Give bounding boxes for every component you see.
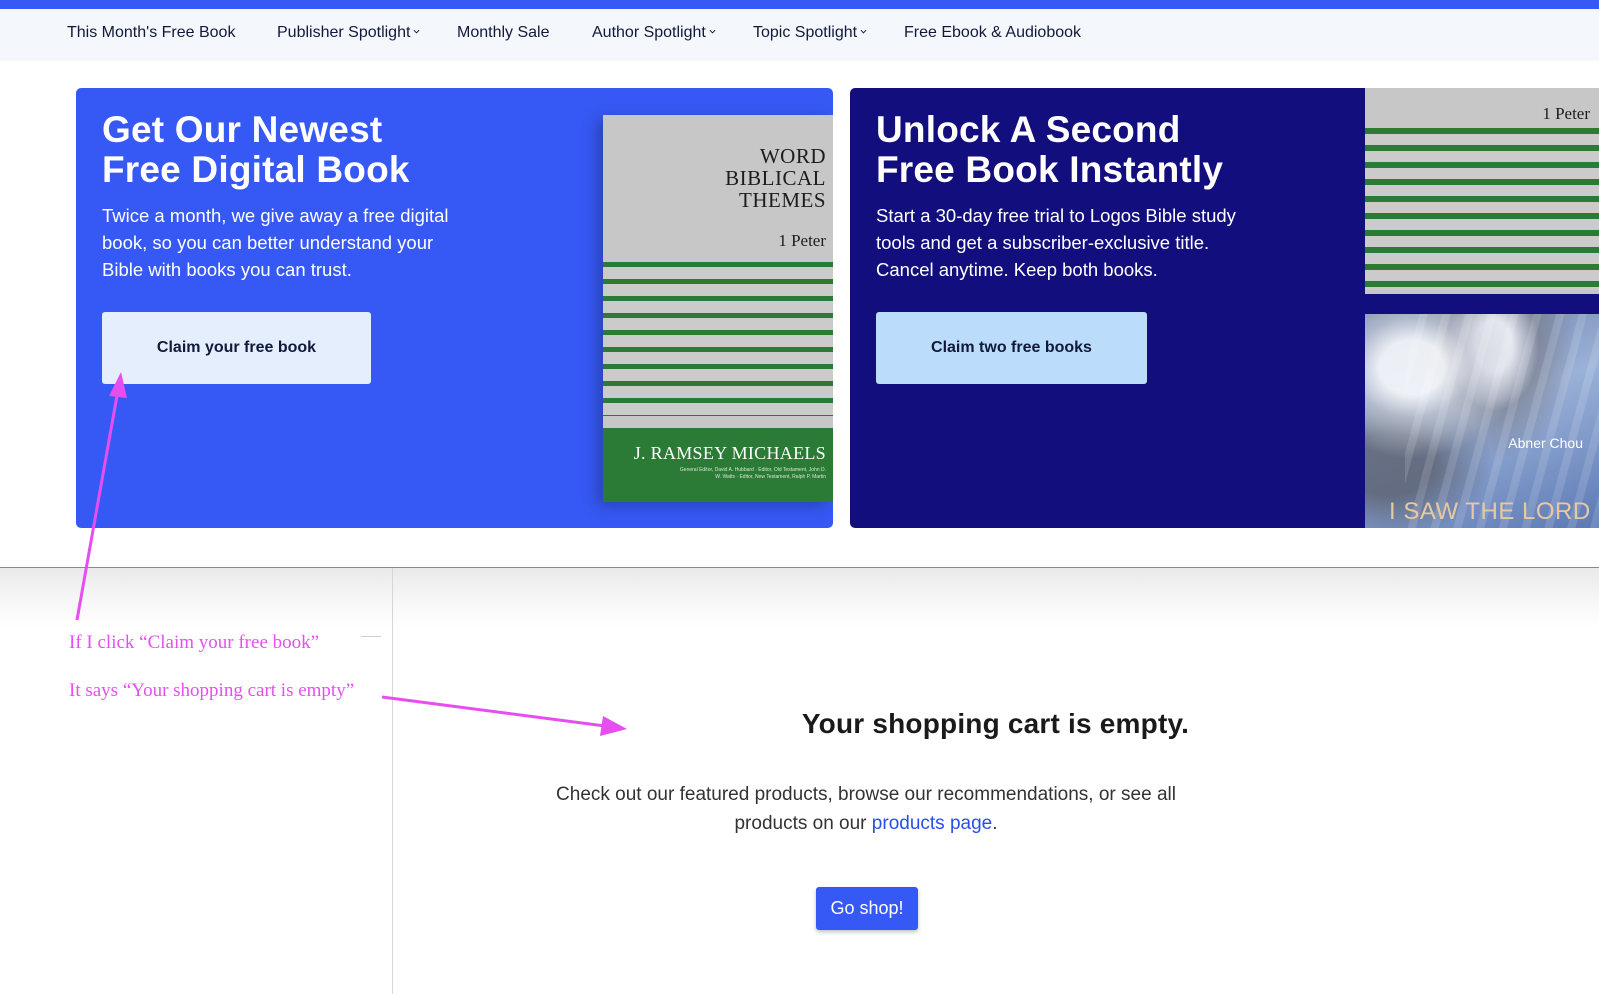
book-cover-title: WORD BIBLICAL THEMES — [725, 144, 826, 212]
book-cover-subtitle: 1 Peter — [778, 231, 826, 250]
trial-description: Start a 30-day free trial to Logos Bible… — [876, 205, 1236, 280]
chevron-down-icon — [413, 29, 420, 34]
nav-item-topic-spotlight[interactable]: Topic Spotlight — [753, 24, 867, 42]
book-cover-fine-print: General Editor, David A. Hubbard · Edito… — [679, 467, 826, 480]
book-cover-i-saw-the-lord: Abner Chou I SAW THE LORD — [1365, 314, 1599, 528]
book-cover-stripes — [603, 262, 833, 416]
trial-card: Unlock A Second Free Book Instantly Start… — [850, 88, 1599, 528]
book-cover-author-band: J. RAMSEY MICHAELS General Editor, David… — [603, 428, 833, 502]
nav-item-label: Free Ebook & Audiobook — [904, 24, 1082, 41]
empty-cart-message: Check out our featured products, browse … — [521, 780, 1211, 838]
free-book-description: Twice a month, we give away a free digit… — [102, 205, 449, 280]
nav-item-label: This Month's Free Book — [67, 24, 236, 41]
top-accent-bar — [0, 0, 1599, 9]
trial-heading: Unlock A Second Free Book Instantly — [876, 109, 1224, 190]
book-cover-subtitle: 1 Peter — [1542, 104, 1590, 123]
divider-tick — [361, 636, 381, 637]
nav-item-label: Topic Spotlight — [753, 24, 858, 41]
claim-free-book-button[interactable]: Claim your free book — [102, 312, 371, 384]
top-nav: This Month's Free Book Publisher Spotlig… — [0, 9, 1599, 62]
book-cover-word-biblical-themes: WORD BIBLICAL THEMES 1 Peter J. RAMSEY MIC… — [603, 115, 833, 502]
nav-item-label: Monthly Sale — [457, 24, 550, 41]
nav-item-publisher-spotlight[interactable]: Publisher Spotlight — [277, 24, 420, 42]
nav-item-label: Author Spotlight — [592, 24, 706, 41]
nav-item-author-spotlight[interactable]: Author Spotlight — [592, 24, 716, 42]
message-period: . — [992, 813, 998, 834]
book-cover-author: J. RAMSEY MICHAELS — [633, 443, 826, 463]
empty-cart-heading: Your shopping cart is empty. — [801, 708, 1190, 739]
chevron-down-icon — [860, 29, 867, 34]
free-book-heading: Get Our Newest Free Digital Book — [102, 109, 410, 190]
free-book-card: Get Our Newest Free Digital Book Twice a … — [76, 88, 833, 528]
book-cover-title: I SAW THE LORD — [1389, 498, 1591, 525]
products-page-link[interactable]: products page — [872, 813, 992, 834]
book-cover-stripes — [1365, 128, 1599, 290]
annotation-note-1: If I click “Claim your free book” — [69, 632, 320, 653]
book-cover-1-peter: 1 Peter — [1365, 88, 1599, 294]
book-cover-author: Abner Chou — [1508, 435, 1583, 451]
cover-light-rays — [1405, 314, 1599, 528]
nav-item-free-ebook-audiobook[interactable]: Free Ebook & Audiobook — [904, 24, 1081, 42]
nav-item-free-book[interactable]: This Month's Free Book — [67, 24, 235, 42]
message-text: Check out our featured products, browse … — [556, 784, 1176, 834]
chevron-down-icon — [709, 29, 716, 34]
claim-two-books-button[interactable]: Claim two free books — [876, 312, 1147, 384]
hero-section: Get Our Newest Free Digital Book Twice a … — [0, 61, 1599, 568]
annotation-note-2: It says “Your shopping cart is empty” — [69, 680, 355, 701]
nav-item-label: Publisher Spotlight — [277, 24, 411, 41]
go-shop-button[interactable]: Go shop! — [816, 887, 918, 930]
sidebar-divider — [392, 568, 393, 994]
nav-item-monthly-sale[interactable]: Monthly Sale — [457, 24, 550, 42]
